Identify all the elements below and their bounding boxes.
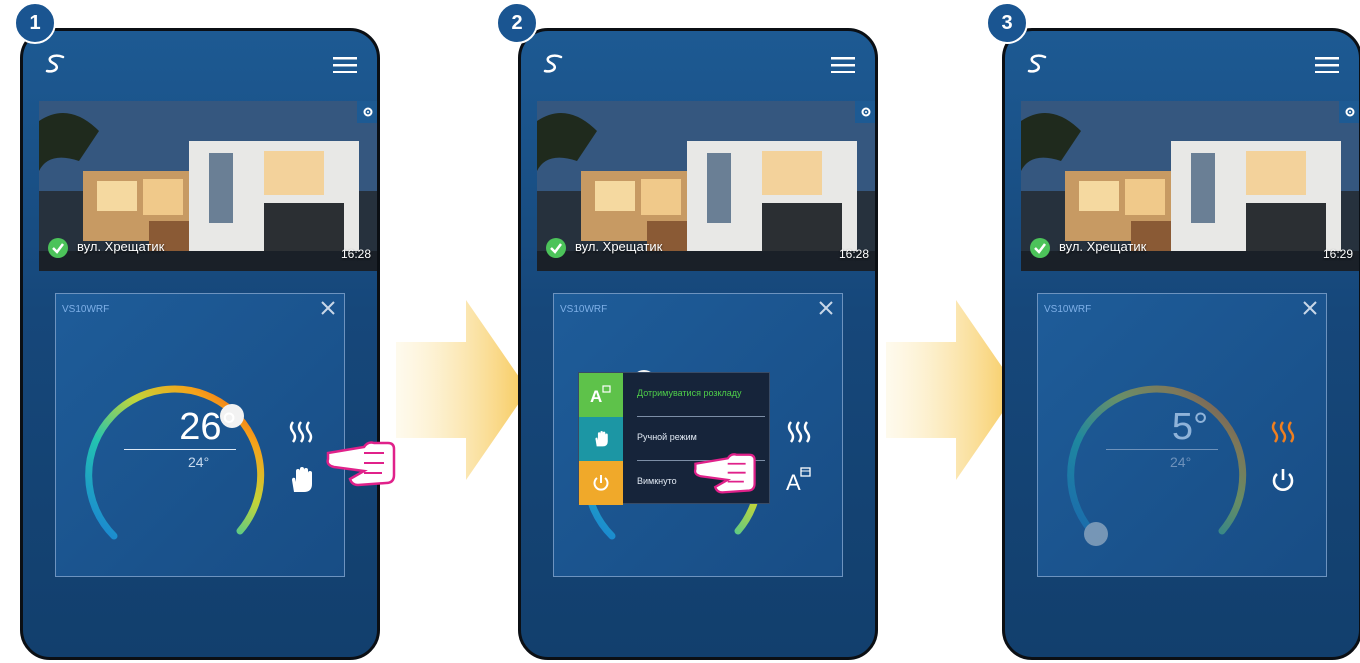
settings-gear-icon[interactable]	[855, 101, 875, 123]
step-badge-3: 3	[986, 2, 1028, 44]
settings-gear-icon[interactable]	[1339, 101, 1359, 123]
dial-handle[interactable]	[1084, 522, 1108, 546]
pointing-finger-icon	[693, 453, 756, 494]
auto-schedule-icon[interactable]: A	[786, 466, 812, 494]
temperature-dial[interactable]	[1056, 366, 1256, 566]
house-photo: вул. Хрещатик 16:29	[1021, 101, 1359, 271]
hamburger-menu-icon[interactable]	[831, 57, 855, 73]
step-badge-2: 2	[496, 2, 538, 44]
menu-item-label: Вимкнуто	[637, 476, 677, 486]
temperature-dial[interactable]	[74, 366, 274, 566]
heating-icon	[1271, 421, 1295, 443]
phone-screen-step-2: вул. Хрещатик 16:28 VS10WRF A Дотримуват…	[518, 28, 878, 660]
arrow-right-icon	[886, 300, 1018, 480]
thermostat-panel: VS10WRF A Дотримуватися розкладу Ручной …	[553, 293, 843, 577]
current-temperature: 26°	[179, 406, 237, 448]
power-icon[interactable]	[1270, 466, 1296, 494]
house-photo: вул. Хрещатик 16:28	[537, 101, 875, 271]
phone-screen-step-3: вул. Хрещатик 16:29 VS10WRF 5° 24°	[1002, 28, 1360, 660]
close-icon[interactable]	[1302, 300, 1318, 316]
location-address: вул. Хрещатик	[77, 239, 165, 254]
pointing-finger-icon	[326, 441, 396, 487]
hamburger-menu-icon[interactable]	[1315, 57, 1339, 73]
heating-icon	[289, 421, 313, 443]
clock-time: 16:29	[1322, 247, 1353, 261]
temp-divider	[124, 449, 236, 450]
temp-divider	[1106, 449, 1218, 450]
svg-text:A: A	[590, 387, 602, 405]
hand-icon	[579, 417, 623, 461]
setpoint-temperature: 24°	[188, 454, 210, 470]
status-ok-check-icon	[1030, 238, 1050, 258]
device-name: VS10WRF	[1044, 304, 1092, 315]
location-address: вул. Хрещатик	[1059, 239, 1147, 254]
salus-logo-icon[interactable]	[539, 53, 569, 75]
thermostat-panel: VS10WRF 26° 24°	[55, 293, 345, 577]
salus-logo-icon[interactable]	[41, 53, 71, 75]
close-icon[interactable]	[320, 300, 336, 316]
menu-item-label: Дотримуватися розкладу	[637, 388, 742, 398]
close-icon[interactable]	[818, 300, 834, 316]
phone-screen-step-1: вул. Хрещатик 16:28 VS10WRF 26° 24°	[20, 28, 380, 660]
hand-icon[interactable]	[288, 466, 314, 494]
current-temperature: 5°	[1171, 406, 1209, 448]
clock-time: 16:28	[340, 247, 371, 261]
device-name: VS10WRF	[560, 304, 608, 315]
menu-item-label: Ручной режим	[637, 432, 697, 442]
thermostat-panel: VS10WRF 5° 24°	[1037, 293, 1327, 577]
location-address: вул. Хрещатик	[575, 239, 663, 254]
salus-logo-icon[interactable]	[1023, 53, 1053, 75]
heating-icon	[787, 421, 811, 443]
device-name: VS10WRF	[62, 304, 110, 315]
arrow-right-icon	[396, 300, 528, 480]
status-ok-check-icon	[48, 238, 68, 258]
step-badge-1: 1	[14, 2, 56, 44]
hamburger-menu-icon[interactable]	[333, 57, 357, 73]
clock-time: 16:28	[838, 247, 869, 261]
auto-schedule-icon: A	[579, 373, 623, 417]
setpoint-temperature: 24°	[1170, 454, 1192, 470]
menu-item-schedule[interactable]: A Дотримуватися розкладу	[579, 373, 771, 417]
power-icon	[579, 461, 623, 505]
house-photo: вул. Хрещатик 16:28	[39, 101, 377, 271]
settings-gear-icon[interactable]	[357, 101, 377, 123]
status-ok-check-icon	[546, 238, 566, 258]
svg-text:A: A	[786, 470, 801, 494]
